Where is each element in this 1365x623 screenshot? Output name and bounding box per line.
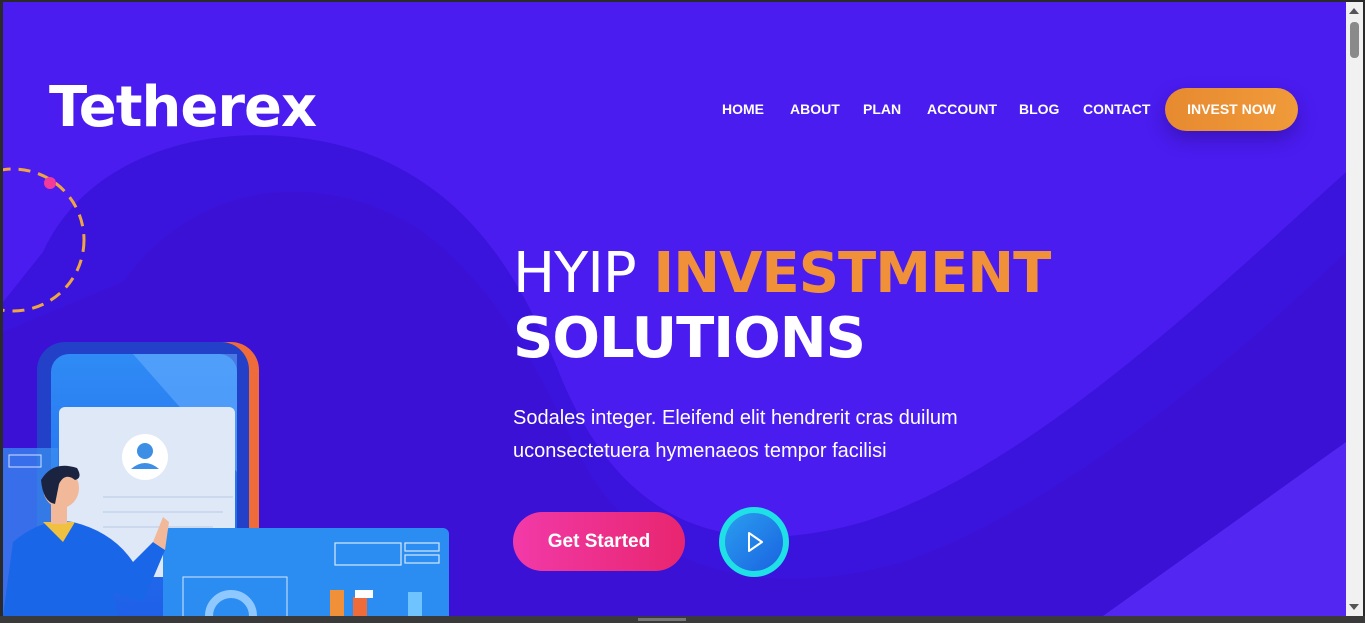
nav-item-about[interactable]: ABOUT — [790, 101, 840, 117]
play-video-button[interactable] — [719, 507, 789, 577]
nav-item-contact[interactable]: CONTACT — [1083, 101, 1150, 117]
hero-section: Tetherex HOME ABOUT PLAN ACCOUNT BLOG CO… — [3, 2, 1346, 616]
nav-item-home[interactable]: HOME — [722, 101, 764, 117]
play-button-inner — [725, 513, 783, 571]
hero-title-part1: HYIP — [513, 241, 637, 306]
play-icon — [748, 532, 763, 552]
scroll-down-arrow-icon[interactable] — [1349, 604, 1359, 610]
horizontal-scroll-indicator[interactable] — [638, 618, 686, 621]
nav-item-account[interactable]: ACCOUNT — [927, 101, 997, 117]
nav-item-plan[interactable]: PLAN — [863, 101, 901, 117]
hero-title-line2: SOLUTIONS — [513, 306, 866, 371]
invest-now-button[interactable]: INVEST NOW — [1165, 88, 1298, 131]
dashboard-card-illustration — [163, 528, 449, 616]
hero-title-accent: INVESTMENT — [653, 241, 1051, 306]
scroll-up-arrow-icon[interactable] — [1349, 8, 1359, 14]
hero-description: Sodales integer. Eleifend elit hendrerit… — [513, 407, 958, 462]
hero-title: HYIP INVESTMENT — [513, 246, 1051, 302]
main-navigation: HOME ABOUT PLAN ACCOUNT BLOG CONTACT — [3, 101, 1346, 121]
nav-item-blog[interactable]: BLOG — [1019, 101, 1059, 117]
vertical-scrollbar[interactable] — [1346, 2, 1363, 616]
orbit-dot-icon — [44, 177, 56, 189]
get-started-button[interactable]: Get Started — [513, 512, 685, 571]
scrollbar-thumb[interactable] — [1350, 22, 1359, 58]
